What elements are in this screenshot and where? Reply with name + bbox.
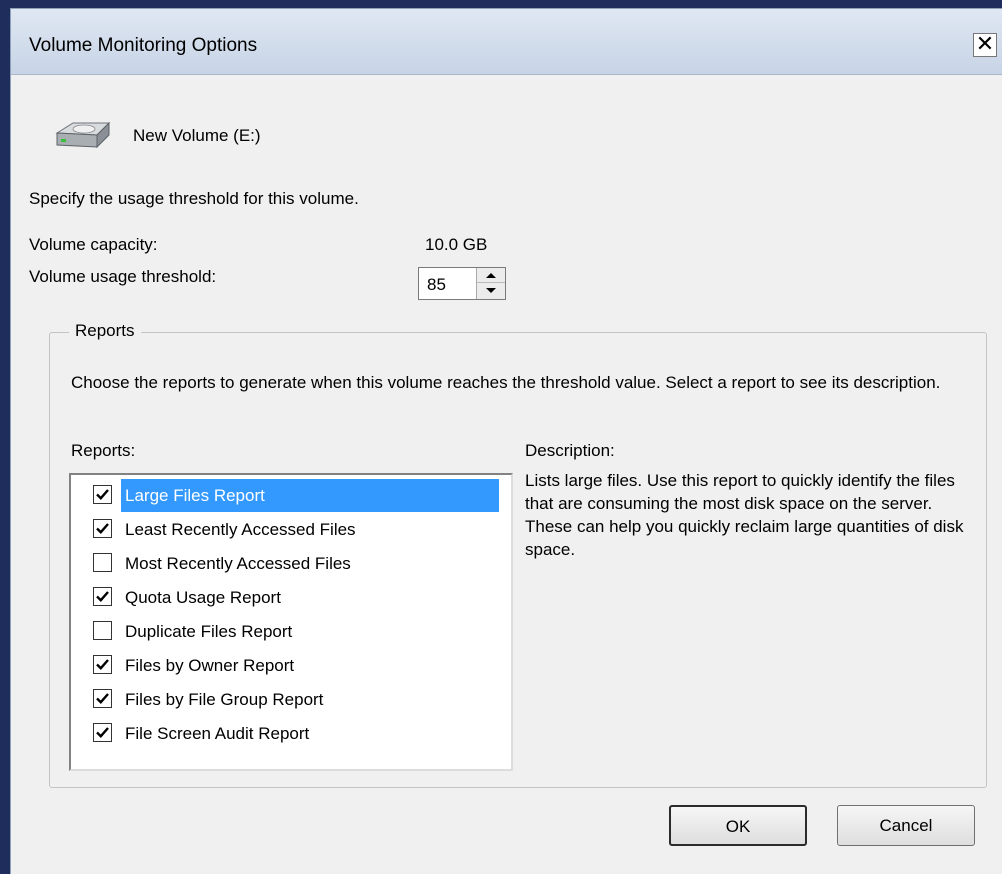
report-list-item[interactable]: Files by File Group Report [93, 683, 503, 716]
report-checkbox[interactable] [93, 553, 112, 572]
reports-listbox[interactable]: Large Files Report Least Recently Accesse… [69, 473, 513, 771]
report-checkbox[interactable] [93, 723, 112, 742]
title-bar[interactable]: Volume Monitoring Options ✕ [11, 9, 1002, 75]
checkmark-icon [96, 523, 109, 534]
drive-icon [51, 119, 113, 158]
ok-button[interactable]: OK [669, 805, 807, 846]
report-item-label: Duplicate Files Report [125, 622, 293, 641]
usage-threshold-value[interactable]: 85 [427, 275, 446, 295]
reports-instruction: Choose the reports to generate when this… [71, 373, 941, 392]
close-button[interactable]: ✕ [973, 33, 997, 57]
report-description: Lists large files. Use this report to qu… [525, 471, 964, 559]
volume-name: New Volume (E:) [133, 126, 261, 145]
report-item-label: Files by File Group Report [125, 690, 324, 709]
usage-threshold-stepper[interactable]: 85 [418, 267, 506, 300]
dialog-window: Volume Monitoring Options ✕ New Volume (… [10, 8, 1002, 874]
report-checkbox[interactable] [93, 485, 112, 504]
reports-group-label: Reports [69, 321, 141, 341]
report-item-label: Most Recently Accessed Files [125, 554, 351, 573]
threshold-instruction: Specify the usage threshold for this vol… [29, 189, 359, 208]
report-item-label: Large Files Report [121, 479, 499, 512]
cancel-button[interactable]: Cancel [837, 805, 975, 846]
description-label: Description: [525, 441, 615, 460]
capacity-label: Volume capacity: [29, 235, 158, 254]
arrow-up-icon [486, 273, 496, 278]
dialog-title: Volume Monitoring Options [29, 35, 258, 56]
stepper-down-button[interactable] [477, 283, 505, 299]
report-item-label: Least Recently Accessed Files [125, 520, 356, 539]
report-checkbox[interactable] [93, 689, 112, 708]
report-item-label: Files by Owner Report [125, 656, 295, 675]
report-checkbox[interactable] [93, 587, 112, 606]
checkmark-icon [96, 727, 109, 738]
usage-threshold-label: Volume usage threshold: [29, 267, 217, 286]
checkmark-icon [96, 489, 109, 500]
capacity-value: 10.0 GB [425, 235, 488, 254]
report-item-label: Quota Usage Report [125, 588, 281, 607]
report-list-item[interactable]: Quota Usage Report [93, 581, 503, 614]
report-checkbox[interactable] [93, 519, 112, 538]
report-item-label: File Screen Audit Report [125, 724, 310, 743]
report-list-item[interactable]: Large Files Report [93, 479, 503, 512]
stepper-up-button[interactable] [477, 268, 505, 283]
checkmark-icon [96, 693, 109, 704]
report-checkbox[interactable] [93, 655, 112, 674]
checkmark-icon [96, 591, 109, 602]
close-icon: ✕ [975, 32, 995, 57]
report-list-item[interactable]: Duplicate Files Report [93, 615, 503, 648]
reports-list-label: Reports: [71, 441, 136, 460]
stepper-buttons [476, 268, 505, 299]
report-list-item[interactable]: Files by Owner Report [93, 649, 503, 682]
checkmark-icon [96, 659, 109, 670]
report-list-item[interactable]: Most Recently Accessed Files [93, 547, 503, 580]
report-list-item[interactable]: File Screen Audit Report [93, 717, 503, 750]
report-list-item[interactable]: Least Recently Accessed Files [93, 513, 503, 546]
arrow-down-icon [486, 288, 496, 293]
report-checkbox[interactable] [93, 621, 112, 640]
